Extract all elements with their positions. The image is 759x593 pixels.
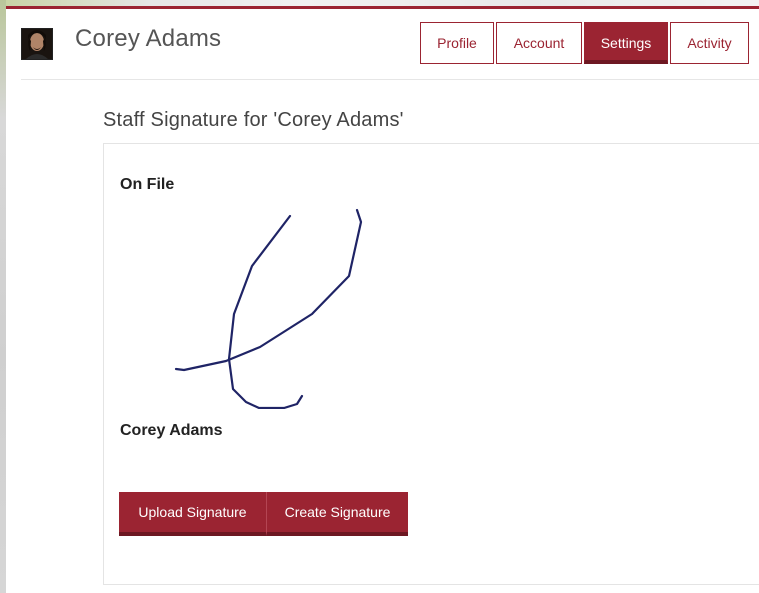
upload-signature-button[interactable]: Upload Signature xyxy=(119,492,266,536)
tab-settings[interactable]: Settings xyxy=(584,22,668,64)
signature-stroke xyxy=(227,214,304,409)
tab-account[interactable]: Account xyxy=(496,22,582,64)
profile-tabs: Profile Account Settings Activity xyxy=(420,22,749,64)
user-avatar-icon xyxy=(22,29,52,59)
section-title: Staff Signature for 'Corey Adams' xyxy=(103,109,404,131)
signature-card: On File Corey Adams Upload Signature Cre… xyxy=(103,143,759,585)
header-divider xyxy=(21,79,759,80)
user-name: Corey Adams xyxy=(75,25,222,52)
signature-stroke-2 xyxy=(174,208,363,372)
page: Corey Adams Profile Account Settings Act… xyxy=(0,0,759,593)
profile-header: Corey Adams Profile Account Settings Act… xyxy=(6,9,759,79)
signer-name: Corey Adams xyxy=(120,422,223,439)
on-file-label: On File xyxy=(120,176,175,193)
signature-actions: Upload Signature Create Signature xyxy=(119,492,408,536)
tab-activity[interactable]: Activity xyxy=(670,22,749,64)
signature-image xyxy=(174,208,363,409)
create-signature-button[interactable]: Create Signature xyxy=(266,492,408,536)
tab-profile[interactable]: Profile xyxy=(420,22,494,64)
profile-panel: Corey Adams Profile Account Settings Act… xyxy=(6,6,759,593)
avatar xyxy=(21,28,53,60)
